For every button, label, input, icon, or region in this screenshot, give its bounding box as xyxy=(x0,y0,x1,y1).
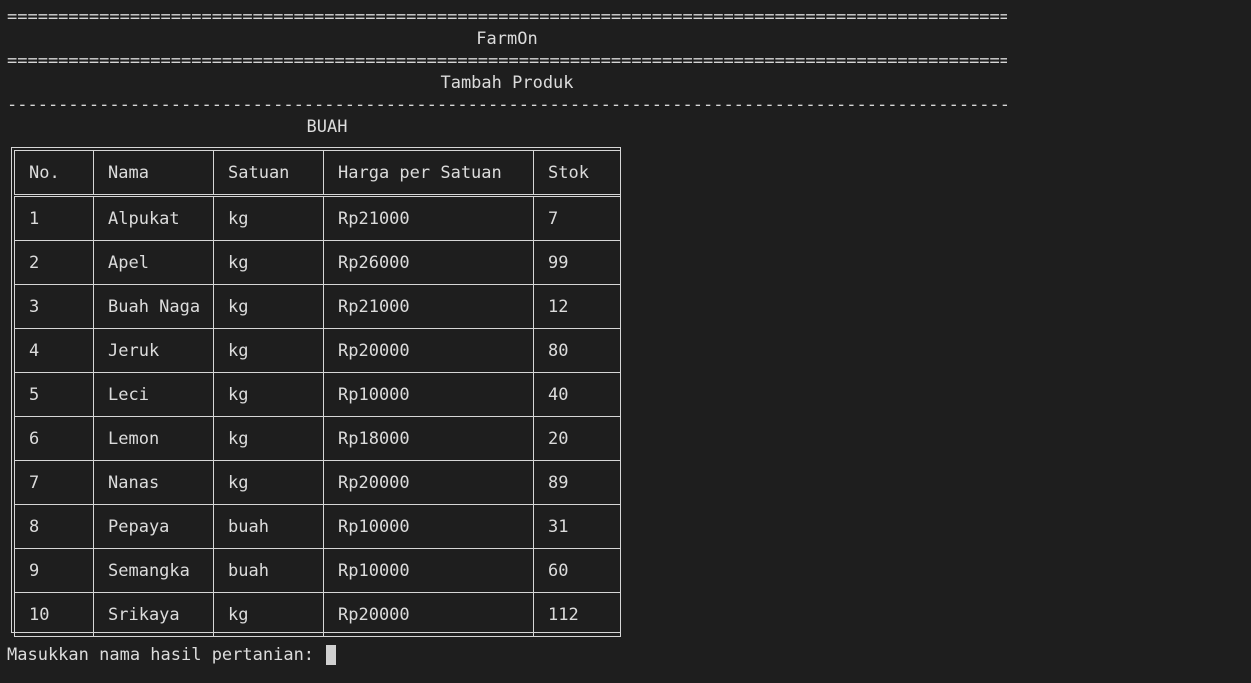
cell-stok: 12 xyxy=(533,284,621,329)
cell-nama: Buah Naga xyxy=(93,284,214,329)
input-prompt[interactable]: Masukkan nama hasil pertanian: xyxy=(7,645,337,665)
table-row: 10 Srikaya kg Rp20000 112 xyxy=(14,592,621,637)
cell-no: 8 xyxy=(14,504,94,549)
single-rule: ----------------------------------------… xyxy=(7,95,1007,115)
column-header-stok: Stok xyxy=(533,150,621,197)
cell-stok: 99 xyxy=(533,240,621,285)
cell-nama: Leci xyxy=(93,372,214,417)
cell-harga: Rp20000 xyxy=(323,592,534,637)
app-title: FarmOn xyxy=(476,29,538,49)
product-table-frame: No. Nama Satuan Harga per Satuan Stok 1 … xyxy=(11,147,621,637)
cell-nama: Apel xyxy=(93,240,214,285)
cell-satuan: buah xyxy=(213,548,324,593)
cell-stok: 89 xyxy=(533,460,621,505)
cell-stok: 20 xyxy=(533,416,621,461)
cell-satuan: kg xyxy=(213,372,324,417)
category-title: BUAH xyxy=(306,117,348,137)
cell-nama: Lemon xyxy=(93,416,214,461)
cell-satuan: kg xyxy=(213,284,324,329)
cell-no: 10 xyxy=(14,592,94,637)
table-row: 8 Pepaya buah Rp10000 31 xyxy=(14,504,621,549)
cell-harga: Rp21000 xyxy=(323,195,534,241)
cell-harga: Rp10000 xyxy=(323,548,534,593)
cell-nama: Srikaya xyxy=(93,592,214,637)
cell-no: 1 xyxy=(14,195,94,241)
table-row: 6 Lemon kg Rp18000 20 xyxy=(14,416,621,461)
table-row: 2 Apel kg Rp26000 99 xyxy=(14,240,621,285)
table-row: 5 Leci kg Rp10000 40 xyxy=(14,372,621,417)
cell-no: 5 xyxy=(14,372,94,417)
cell-no: 2 xyxy=(14,240,94,285)
text-cursor[interactable] xyxy=(326,645,337,665)
product-table: No. Nama Satuan Harga per Satuan Stok 1 … xyxy=(14,150,621,637)
cell-harga: Rp20000 xyxy=(323,460,534,505)
cell-harga: Rp26000 xyxy=(323,240,534,285)
column-header-no: No. xyxy=(14,150,94,197)
cell-nama: Nanas xyxy=(93,460,214,505)
cell-no: 4 xyxy=(14,328,94,373)
table-row: 3 Buah Naga kg Rp21000 12 xyxy=(14,284,621,329)
cell-satuan: kg xyxy=(213,328,324,373)
cell-no: 9 xyxy=(14,548,94,593)
top-double-rule: ========================================… xyxy=(7,7,1007,27)
double-rule: ========================================… xyxy=(7,51,1007,71)
cell-no: 3 xyxy=(14,284,94,329)
cell-harga: Rp18000 xyxy=(323,416,534,461)
cell-stok: 40 xyxy=(533,372,621,417)
prompt-label: Masukkan nama hasil pertanian: xyxy=(7,645,325,665)
cell-stok: 60 xyxy=(533,548,621,593)
page-title: Tambah Produk xyxy=(440,73,574,93)
cell-no: 6 xyxy=(14,416,94,461)
cell-nama: Jeruk xyxy=(93,328,214,373)
cell-harga: Rp10000 xyxy=(323,504,534,549)
cell-harga: Rp20000 xyxy=(323,328,534,373)
cell-nama: Pepaya xyxy=(93,504,214,549)
table-row: 4 Jeruk kg Rp20000 80 xyxy=(14,328,621,373)
cell-satuan: kg xyxy=(213,240,324,285)
table-header-row: No. Nama Satuan Harga per Satuan Stok xyxy=(14,150,621,197)
column-header-satuan: Satuan xyxy=(213,150,324,197)
cell-satuan: kg xyxy=(213,195,324,241)
cell-satuan: kg xyxy=(213,460,324,505)
cell-stok: 31 xyxy=(533,504,621,549)
column-header-harga: Harga per Satuan xyxy=(323,150,534,197)
cell-no: 7 xyxy=(14,460,94,505)
cell-satuan: kg xyxy=(213,592,324,637)
cell-harga: Rp10000 xyxy=(323,372,534,417)
cell-stok: 112 xyxy=(533,592,621,637)
table-row: 7 Nanas kg Rp20000 89 xyxy=(14,460,621,505)
cell-nama: Semangka xyxy=(93,548,214,593)
cell-stok: 7 xyxy=(533,195,621,241)
cell-stok: 80 xyxy=(533,328,621,373)
column-header-nama: Nama xyxy=(93,150,214,197)
cell-satuan: kg xyxy=(213,416,324,461)
table-row: 1 Alpukat kg Rp21000 7 xyxy=(14,195,621,241)
cell-satuan: buah xyxy=(213,504,324,549)
cell-harga: Rp21000 xyxy=(323,284,534,329)
cell-nama: Alpukat xyxy=(93,195,214,241)
table-row: 9 Semangka buah Rp10000 60 xyxy=(14,548,621,593)
